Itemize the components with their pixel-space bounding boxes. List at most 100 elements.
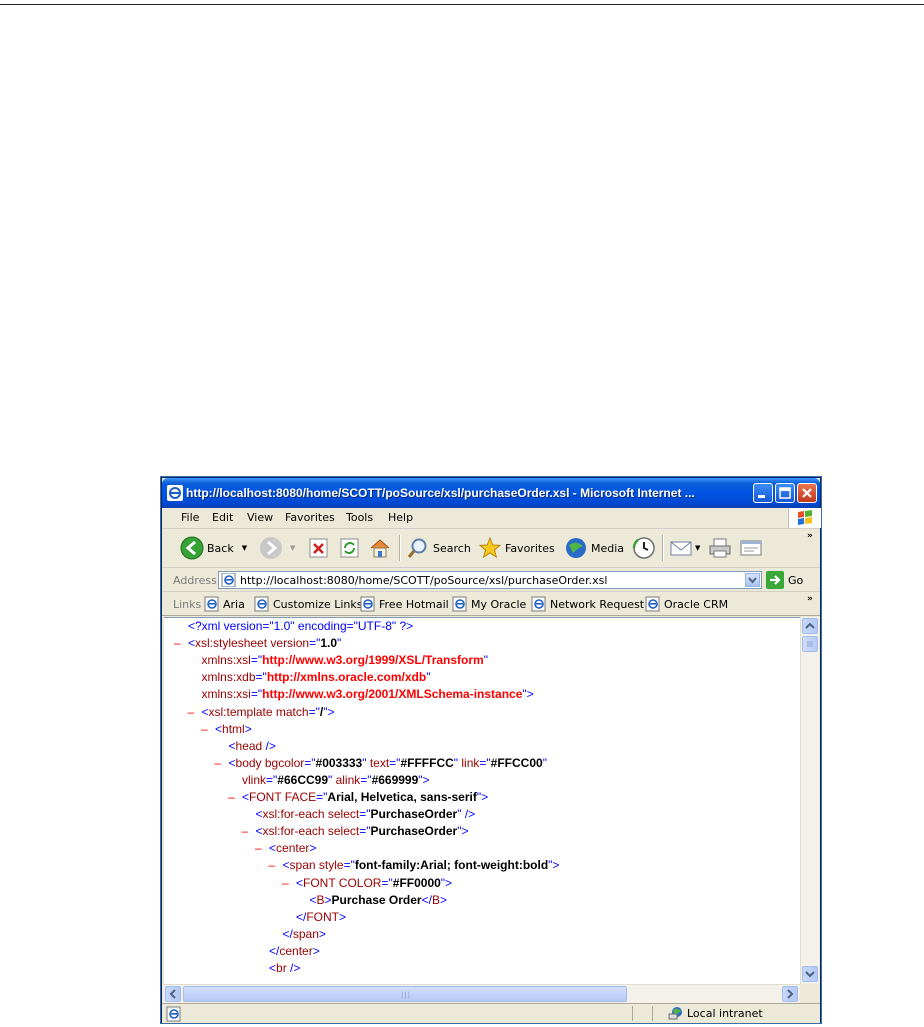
chevron-up-icon (805, 622, 815, 629)
xml-source-line[interactable]: – <FONT COLOR="#FF0000"> (282, 875, 452, 892)
menu-favorites[interactable]: Favorites (285, 511, 335, 524)
ie-page-icon (254, 596, 269, 612)
xml-source-line[interactable]: – <xsl:for-each select="PurchaseOrder"> (242, 823, 469, 840)
close-button[interactable] (797, 483, 817, 503)
xml-source-line[interactable]: – <html> (201, 721, 252, 738)
xml-token: http://xmlns.oracle.com/xdb (266, 670, 427, 685)
link-my-oracle[interactable]: My Oracle (452, 596, 526, 612)
xml-token: xmlns:xsl (201, 653, 251, 668)
xml-source-line: </span> (283, 926, 326, 943)
media-button[interactable]: Media (564, 536, 624, 560)
menu-file[interactable]: File (181, 511, 199, 524)
xml-token: <?xml version="1.0" encoding="UTF-8" ?> (188, 619, 414, 633)
collapse-toggle[interactable]: – (242, 823, 249, 840)
back-button[interactable]: Back ▼ (180, 536, 247, 560)
xml-source-line[interactable]: – <center> (255, 840, 316, 857)
vertical-scroll-thumb[interactable] (802, 636, 818, 652)
page-ie-icon (221, 573, 236, 587)
forward-dropdown-icon[interactable]: ▼ (290, 544, 295, 552)
menu-edit[interactable]: Edit (212, 511, 233, 524)
collapse-toggle[interactable]: – (228, 789, 235, 806)
address-input[interactable]: http://localhost:8080/home/SCOTT/poSourc… (218, 571, 762, 589)
stop-button[interactable] (308, 536, 330, 560)
xml-source-line[interactable]: – <body bgcolor="#003333" text="#FFFFCC" … (215, 755, 547, 772)
collapse-toggle[interactable]: – (282, 875, 289, 892)
link-customize-links[interactable]: Customize Links (254, 596, 363, 612)
collapse-toggle[interactable]: – (188, 704, 195, 721)
xml-token: html (222, 721, 245, 736)
xml-token: =" (250, 687, 263, 702)
security-zone-label: Local intranet (687, 1006, 763, 1020)
xml-token: < (188, 636, 196, 651)
xml-token: http://www.w3.org/2001/XMLSchema-instanc… (262, 687, 523, 702)
scroll-left-button[interactable] (165, 986, 181, 1002)
menu-tools[interactable]: Tools (346, 511, 373, 524)
xml-token: B (316, 892, 325, 907)
scroll-right-button[interactable] (782, 986, 798, 1002)
xml-token: xmlns:xdb (201, 670, 256, 685)
forward-button[interactable]: ▼ (259, 536, 295, 560)
menu-help[interactable]: Help (388, 511, 413, 524)
back-dropdown-icon[interactable]: ▼ (242, 544, 247, 552)
standard-toolbar: Back ▼ ▼ Search Favorites Media ▼ » (162, 529, 820, 568)
xml-source-line: <br /> (269, 960, 300, 977)
links-chevron-icon[interactable]: » (807, 594, 813, 604)
xml-token: FONT (303, 875, 339, 890)
chevron-down-icon (748, 577, 757, 584)
link-network-request[interactable]: Network Request (531, 596, 644, 612)
link-free-hotmail[interactable]: Free Hotmail (360, 596, 449, 612)
collapse-toggle[interactable]: – (269, 857, 276, 874)
xml-source-line[interactable]: – <xsl:stylesheet version="1.0" (174, 635, 342, 652)
page-top-rule (0, 4, 924, 5)
ie-page-icon (204, 596, 219, 612)
xml-token: =" (389, 755, 401, 770)
collapse-toggle[interactable]: – (215, 755, 222, 772)
minimize-button[interactable] (753, 483, 773, 503)
xml-token: " (337, 636, 342, 651)
collapse-toggle[interactable]: – (174, 635, 181, 652)
home-button[interactable] (368, 536, 392, 560)
title-bar[interactable]: http://localhost:8080/home/SCOTT/poSourc… (162, 478, 820, 508)
xml-source-line[interactable]: – <FONT FACE="Arial, Helvetica, sans-seri… (228, 789, 488, 806)
collapse-toggle[interactable]: – (255, 840, 262, 857)
xml-token: < (255, 807, 263, 822)
media-icon (566, 538, 586, 558)
history-button[interactable] (632, 536, 656, 560)
horizontal-scroll-thumb[interactable]: ||| (183, 986, 627, 1002)
address-label: Address (173, 574, 217, 587)
xml-source-line[interactable]: – <xsl:template match="/"> (188, 704, 335, 721)
link-oracle-crm[interactable]: Oracle CRM (645, 596, 728, 612)
link-label: Oracle CRM (664, 597, 729, 611)
refresh-button[interactable] (339, 536, 361, 560)
favorites-button[interactable]: Favorites (478, 536, 555, 560)
xml-token: xsl:for-each (262, 807, 328, 822)
mail-button[interactable]: ▼ (669, 536, 700, 560)
mail-dropdown-icon[interactable]: ▼ (695, 544, 700, 552)
xml-token: =" (250, 653, 263, 668)
xml-token: > (312, 943, 320, 958)
vertical-scrollbar[interactable] (800, 617, 819, 984)
status-pane-divider (632, 1006, 633, 1021)
menu-view[interactable]: View (247, 511, 273, 524)
xml-token: select (327, 824, 360, 839)
xml-token: =" (381, 875, 393, 890)
horizontal-scrollbar[interactable]: ||| (164, 984, 800, 1003)
address-dropdown-button[interactable] (745, 573, 760, 587)
toolbar-chevron-icon[interactable]: » (807, 531, 813, 541)
xml-token: > (439, 892, 447, 907)
print-button[interactable] (708, 536, 732, 560)
edit-button[interactable] (739, 536, 763, 560)
xml-token: /> (262, 738, 276, 753)
link-aria[interactable]: Aria (204, 596, 245, 612)
xml-source-line[interactable]: – <span style="font-family:Arial; font-we… (269, 857, 560, 874)
go-button[interactable]: Go (766, 571, 803, 589)
xml-document-view[interactable]: <?xml version="1.0" encoding="UTF-8" ?> –… (164, 617, 800, 985)
collapse-toggle[interactable]: – (201, 721, 208, 738)
maximize-button[interactable] (775, 483, 795, 503)
mail-icon (670, 541, 692, 556)
scroll-down-button[interactable] (802, 966, 818, 982)
search-button[interactable]: Search (406, 536, 471, 560)
xml-token: </ (282, 926, 293, 941)
scroll-up-button[interactable] (802, 618, 818, 634)
ie-page-icon (645, 596, 660, 612)
